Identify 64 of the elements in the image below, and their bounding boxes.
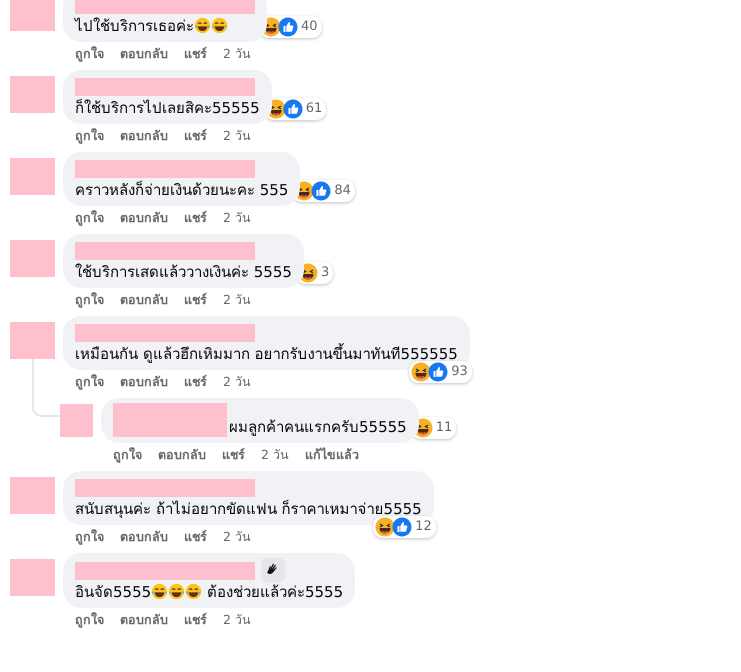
like-icon (428, 362, 448, 382)
action-link[interactable]: ถูกใจ (75, 374, 104, 390)
redaction-block (10, 76, 55, 113)
laughing-emoji-icon (168, 583, 186, 600)
action-link[interactable]: แชร์ (184, 529, 207, 545)
laughing-emoji-icon (151, 583, 168, 600)
laughing-emoji-icon (185, 583, 202, 600)
action-link[interactable]: ตอบกลับ (120, 210, 168, 226)
action-link[interactable]: แชร์ (184, 128, 207, 144)
action-link[interactable]: แชร์ (184, 210, 207, 226)
comment-text: ก็ใช้บริการไปเลยสิคะ55555 (75, 98, 260, 118)
laughing-emoji-icon (211, 17, 228, 34)
comment-text: สนับสนุนค่ะ ถ้าไม่อยากขัดแฟน ก็ราคาเหมาจ่าย5555 (75, 499, 422, 519)
action-link[interactable]: ถูกใจ (75, 46, 104, 62)
laughing-face-icon (375, 517, 396, 537)
action-link[interactable]: ถูกใจ (75, 612, 104, 628)
action-link[interactable]: ตอบกลับ (120, 612, 168, 628)
redaction-block (10, 0, 55, 31)
redaction-block (10, 477, 55, 514)
laughing-emoji-icon (194, 17, 211, 34)
action-link[interactable]: ถูกใจ (75, 292, 104, 308)
action-link[interactable]: ถูกใจ (75, 128, 104, 144)
comment-text: อินจัด5555 ต้องช่วยแล้วค่ะ5555 (75, 582, 344, 602)
timestamp: 2 วัน (261, 447, 289, 463)
reaction-count: 93 (409, 361, 472, 383)
timestamp: 2 วัน (223, 128, 251, 144)
action-link[interactable]: แชร์ (184, 612, 207, 628)
comment-text: ผมลูกค้าคนแรกครับ55555 (229, 417, 407, 437)
wave-hand-icon (261, 558, 285, 582)
redaction-block (10, 240, 55, 277)
action-link[interactable]: ตอบกลับ (120, 529, 168, 545)
action-link[interactable]: แก้ไขแล้ว (304, 447, 359, 463)
action-link[interactable]: แชร์ (184, 374, 207, 390)
action-link[interactable]: ตอบกลับ (158, 447, 206, 463)
redaction-block (10, 158, 55, 195)
action-link[interactable]: ตอบกลับ (120, 46, 168, 62)
timestamp: 2 วัน (223, 374, 251, 390)
timestamp: 2 วัน (223, 210, 251, 226)
redaction-block (10, 559, 55, 596)
redaction-block (60, 404, 93, 437)
action-link[interactable]: ตอบกลับ (120, 128, 168, 144)
timestamp: 2 วัน (223, 529, 251, 545)
comment-text: เหมือนกัน ดูแล้วฮึกเหิมมาก อยากรับงานขึ้นมาทันที555555 (75, 344, 458, 364)
comment-text: ใช้บริการเสดแล้ววางเงินค่ะ 5555 (75, 262, 292, 282)
action-link[interactable]: ตอบกลับ (120, 292, 168, 308)
action-link[interactable]: ถูกใจ (75, 529, 104, 545)
laughing-face-icon (411, 362, 432, 382)
like-icon (278, 17, 298, 37)
like-icon (282, 99, 303, 119)
like-icon (392, 517, 412, 537)
timestamp: 2 วัน (223, 46, 251, 62)
action-link[interactable]: แชร์ (184, 292, 207, 308)
comment-text: ไปใช้บริการเธอค่ะ (75, 16, 255, 36)
like-icon (311, 181, 332, 201)
action-link[interactable]: ถูกใจ (113, 447, 142, 463)
action-link[interactable]: แชร์ (222, 447, 245, 463)
reaction-count: 12 (373, 516, 436, 538)
redaction-block (10, 322, 55, 359)
timestamp: 2 วัน (223, 612, 251, 628)
timestamp: 2 วัน (223, 292, 251, 308)
action-link[interactable]: ตอบกลับ (120, 374, 168, 390)
comment-text: คราวหลังก็จ่ายเงินด้วยนะคะ 555 (75, 180, 288, 200)
action-link[interactable]: ถูกใจ (75, 210, 104, 226)
action-link[interactable]: แชร์ (184, 46, 207, 62)
